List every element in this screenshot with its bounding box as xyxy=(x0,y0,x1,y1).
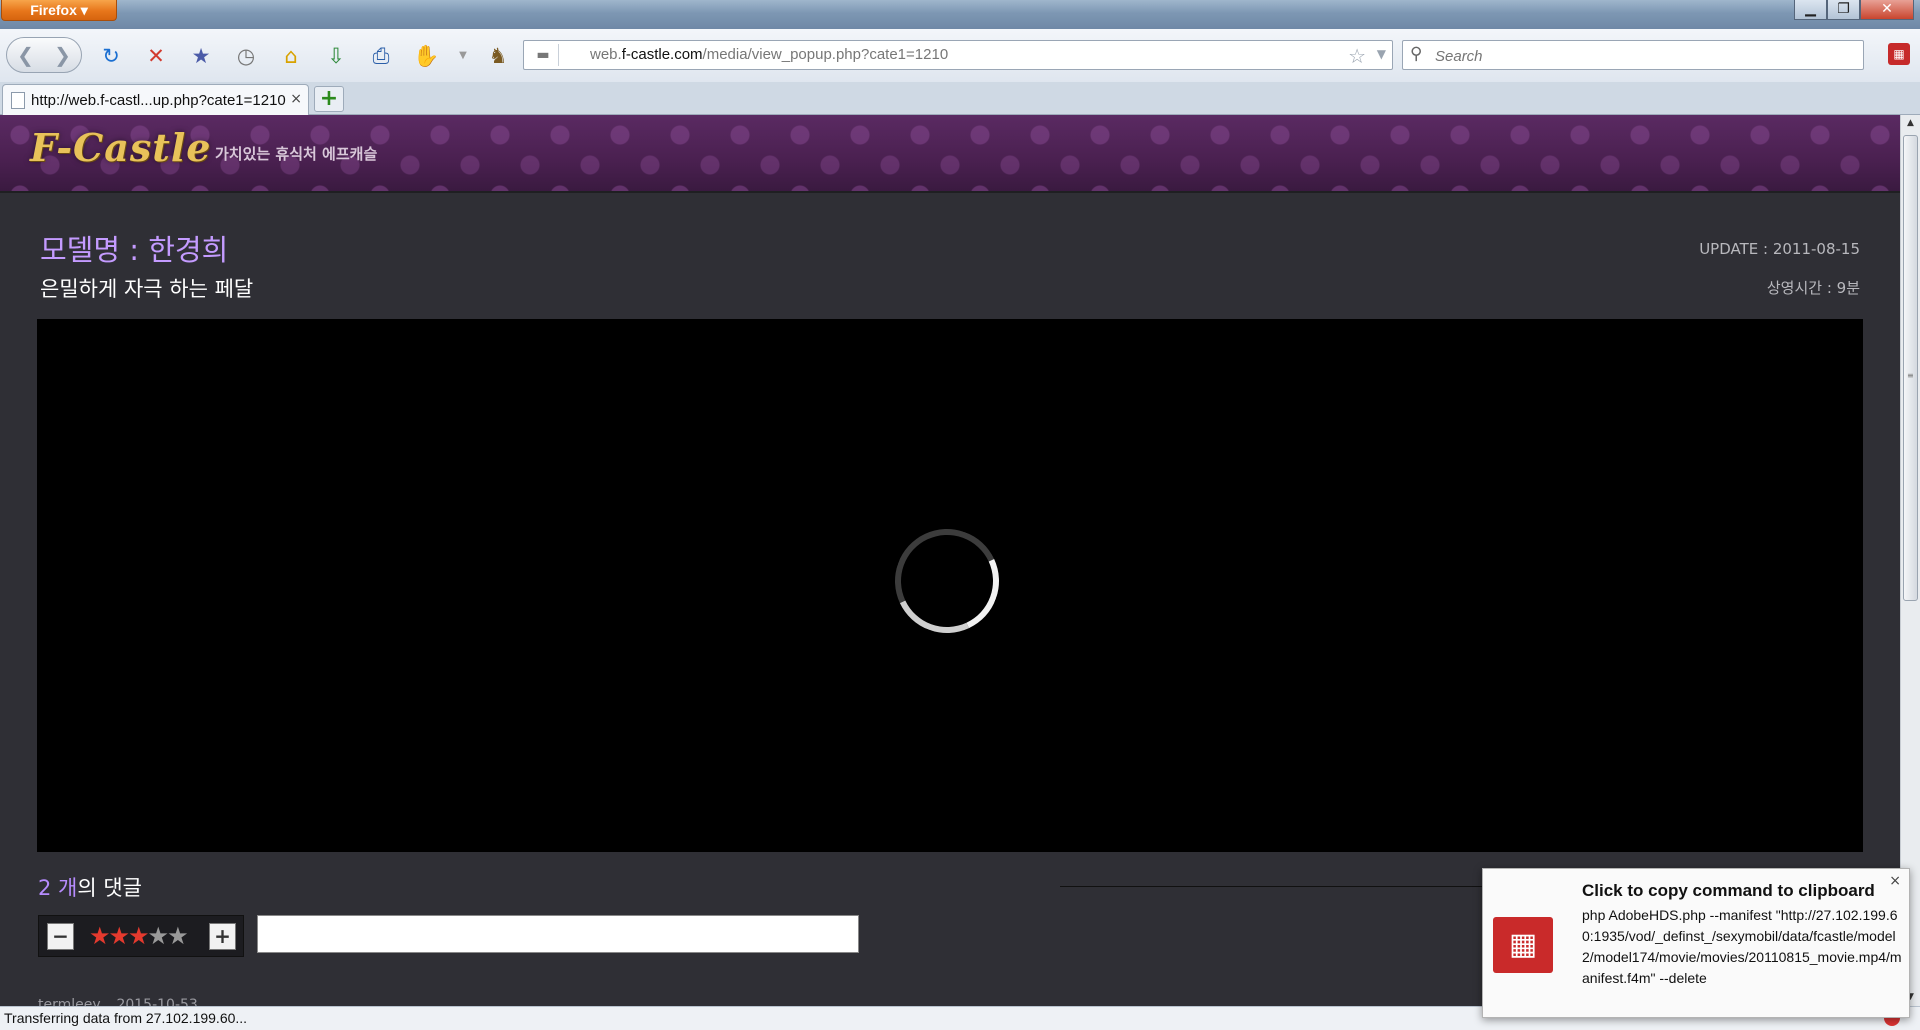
star-icon: ★ xyxy=(89,922,110,950)
tab-current[interactable]: http://web.f-castl...up.php?cate1=1210 × xyxy=(2,84,309,115)
back-icon[interactable]: ❮ xyxy=(17,43,34,67)
comment-preview: termleey... 2015-10-53 xyxy=(38,997,198,1006)
loading-spinner-icon xyxy=(880,514,1014,648)
back-forward-group: ❮ ❯ xyxy=(6,37,82,73)
notification-title[interactable]: Click to copy command to clipboard xyxy=(1582,881,1875,901)
site-tagline: 가치있는 휴식처 에프캐슬 xyxy=(215,145,378,163)
scroll-up-icon[interactable]: ▲ xyxy=(1901,115,1920,132)
print-icon[interactable]: ⎙ xyxy=(368,43,394,69)
disabled-icon: ✋ xyxy=(413,44,440,68)
notification-body[interactable]: php AdobeHDS.php --manifest "http://27.1… xyxy=(1582,905,1902,989)
comments-heading: 2 개의 댓글 xyxy=(38,876,142,900)
rating-stars[interactable]: ★★★★★ xyxy=(89,922,189,950)
runtime-label: 상영시간 : 9분 xyxy=(1766,279,1860,297)
grip-icon: ≡ xyxy=(1907,371,1914,380)
home-icon[interactable]: ⌂ xyxy=(278,43,304,69)
url-dropdown-icon[interactable]: ▼ xyxy=(1377,47,1386,61)
extension-icon: ▦ xyxy=(1493,917,1553,973)
site-logo[interactable]: F-Castle xyxy=(30,125,211,170)
chevron-down-icon[interactable]: ▼ xyxy=(450,43,476,69)
comment-count: 2 개 xyxy=(38,876,78,900)
maximize-button[interactable]: ❐ xyxy=(1827,0,1860,20)
firefox-menu-button[interactable]: Firefox ▾ xyxy=(1,0,117,21)
star-icon: ★ xyxy=(167,922,188,950)
close-window-button[interactable]: ✕ xyxy=(1860,0,1914,20)
site-identity-icon[interactable]: ▬ xyxy=(528,44,559,66)
tab-strip: http://web.f-castl...up.php?cate1=1210 ×… xyxy=(0,82,1920,115)
rating-widget: − ★★★★★ + xyxy=(38,915,244,957)
update-date: UPDATE : 2011-08-15 xyxy=(1699,240,1860,258)
clipboard-notification[interactable]: ▦ × Click to copy command to clipboard p… xyxy=(1482,868,1910,1018)
close-tab-icon[interactable]: × xyxy=(290,91,302,107)
minimize-button[interactable]: ▁ xyxy=(1794,0,1827,20)
star-icon: ★ xyxy=(108,922,130,950)
bookmarks-icon[interactable]: ★ xyxy=(188,43,214,69)
window-controls: ▁ ❐ ✕ xyxy=(1794,0,1914,20)
scrollbar-thumb[interactable]: ≡ xyxy=(1903,135,1918,601)
search-icon: ⚲ xyxy=(1410,44,1423,64)
new-tab-button[interactable]: + xyxy=(314,86,344,112)
model-name-title: 모델명 : 한경희 xyxy=(40,233,229,267)
addon-icon[interactable]: ♞ xyxy=(485,43,511,69)
site-header: F-Castle 가치있는 휴식처 에프캐슬 xyxy=(0,115,1900,193)
close-icon[interactable]: × xyxy=(1889,873,1901,889)
extension-icon[interactable]: ▦ xyxy=(1888,43,1910,65)
forward-icon[interactable]: ❯ xyxy=(54,43,71,67)
url-bar[interactable]: ▬ web.f-castle.com/media/view_popup.php?… xyxy=(523,40,1393,70)
star-icon: ★ xyxy=(128,922,149,950)
star-icon[interactable]: ☆ xyxy=(1348,44,1366,68)
window-titlebar: Firefox ▾ ▁ ❐ ✕ xyxy=(0,0,1920,29)
star-icon: ★ xyxy=(147,922,169,950)
video-subtitle: 은밀하게 자극 하는 페달 xyxy=(40,277,254,301)
stop-icon[interactable]: ✕ xyxy=(143,43,169,69)
rating-decrease-button[interactable]: − xyxy=(47,923,74,950)
navigation-toolbar: ❮ ❯ ↻ ✕ ★ ◷ ⌂ ⇩ ⎙ ✋ ▼ ♞ ▬ web.f-castle.c… xyxy=(0,29,1920,83)
video-player[interactable] xyxy=(37,319,1863,852)
comment-input[interactable] xyxy=(257,915,859,953)
search-bar[interactable]: ⚲ xyxy=(1402,40,1864,71)
history-icon[interactable]: ◷ xyxy=(233,43,259,69)
rating-increase-button[interactable]: + xyxy=(209,923,236,950)
tab-label: http://web.f-castl...up.php?cate1=1210 xyxy=(31,92,286,109)
url-text[interactable]: web.f-castle.com/media/view_popup.php?ca… xyxy=(590,46,948,63)
page-icon xyxy=(11,92,25,109)
download-icon[interactable]: ⇩ xyxy=(323,43,349,69)
reload-icon[interactable]: ↻ xyxy=(98,43,124,69)
search-input[interactable] xyxy=(1433,41,1857,71)
status-text: Transferring data from 27.102.199.60... xyxy=(4,1010,248,1026)
